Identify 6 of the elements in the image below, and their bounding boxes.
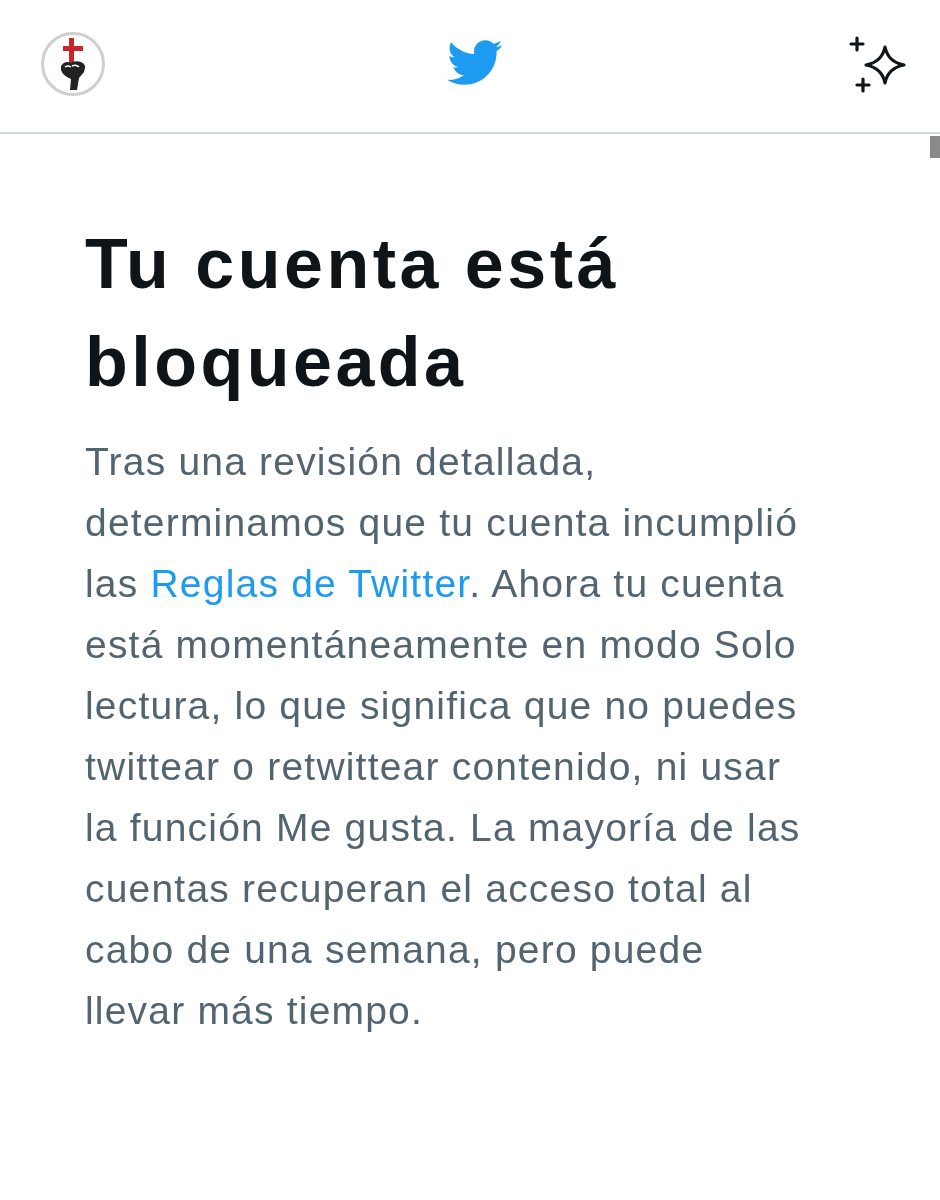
- avatar-icon[interactable]: [41, 32, 105, 96]
- page-heading: Tu cuenta está bloqueada: [85, 224, 620, 403]
- sparkle-icon[interactable]: [848, 35, 908, 93]
- scrollbar[interactable]: [930, 136, 940, 158]
- body-paragraph: Tras una revisión detallada, determinamos que tu cuenta incumplió las Reglas de Twitter. Ahora tu cuenta está momentáneamente en modo Solo lectura, lo que significa que no puedes twittear o retwittear contenido, ni usar la función Me gusta. La mayoría de las cuentas recuperan el acceso total al cabo de una semana, pero puede llevar más tiempo.: [85, 439, 802, 1034]
- rules-link[interactable]: Reglas de Twitter: [150, 562, 470, 605]
